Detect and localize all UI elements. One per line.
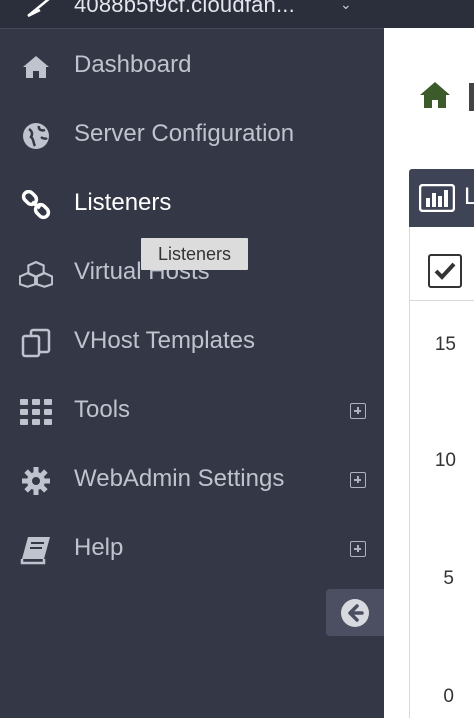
select-all-checkbox[interactable] bbox=[428, 254, 462, 288]
y-tick-label: 10 bbox=[434, 450, 456, 471]
collapse-sidebar-button[interactable] bbox=[326, 589, 384, 636]
sidebar-item-listeners[interactable]: Listeners bbox=[0, 176, 384, 232]
check-icon bbox=[434, 262, 456, 280]
sidebar-item-label: Dashboard bbox=[74, 51, 192, 78]
book-icon bbox=[19, 535, 53, 565]
sidebar-item-webadmin-settings[interactable]: WebAdmin Settings bbox=[0, 452, 384, 508]
sidebar: Dashboard Server Configuration Listeners bbox=[0, 28, 384, 718]
sidebar-item-label: Listeners bbox=[74, 189, 172, 216]
logo-icon bbox=[27, 0, 50, 18]
sidebar-item-tools[interactable]: Tools bbox=[0, 383, 384, 439]
gear-icon bbox=[19, 466, 53, 496]
panel-title: L bbox=[464, 183, 474, 210]
sidebar-item-vhost-templates[interactable]: VHost Templates bbox=[0, 314, 384, 370]
globe-icon bbox=[19, 121, 53, 151]
home-icon[interactable] bbox=[418, 80, 452, 110]
cubes-icon bbox=[19, 259, 53, 289]
home-icon bbox=[19, 52, 53, 82]
page-title bbox=[469, 83, 474, 111]
server-hostname[interactable]: 4088b5f9cf.cloudfan... bbox=[74, 0, 295, 18]
y-tick-label: 0 bbox=[443, 686, 454, 707]
sidebar-item-server-configuration[interactable]: Server Configuration bbox=[0, 107, 384, 163]
grid-icon bbox=[19, 397, 53, 427]
bar-chart-icon bbox=[419, 184, 455, 212]
arrow-circle-left-icon bbox=[341, 598, 369, 627]
panel-header: L bbox=[409, 169, 474, 227]
y-tick-label: 15 bbox=[434, 334, 456, 355]
sidebar-item-label: WebAdmin Settings bbox=[74, 465, 285, 492]
sidebar-item-label: Tools bbox=[74, 396, 131, 423]
expand-plus-icon[interactable] bbox=[350, 403, 366, 419]
sidebar-item-dashboard[interactable]: Dashboard bbox=[0, 38, 384, 94]
sidebar-item-label: VHost Templates bbox=[74, 327, 255, 354]
sidebar-item-help[interactable]: Help bbox=[0, 521, 384, 577]
sidebar-item-label: Help bbox=[74, 534, 124, 561]
expand-plus-icon[interactable] bbox=[350, 472, 366, 488]
y-tick-label: 5 bbox=[443, 568, 454, 589]
copy-icon bbox=[19, 328, 53, 358]
tooltip: Listeners bbox=[141, 238, 248, 270]
top-bar: 4088b5f9cf.cloudfan... ⌄ bbox=[0, 0, 474, 28]
sidebar-item-label: Server Configuration bbox=[74, 120, 295, 147]
link-icon bbox=[19, 190, 53, 220]
chevron-down-icon[interactable]: ⌄ bbox=[340, 0, 352, 13]
expand-plus-icon[interactable] bbox=[350, 541, 366, 557]
